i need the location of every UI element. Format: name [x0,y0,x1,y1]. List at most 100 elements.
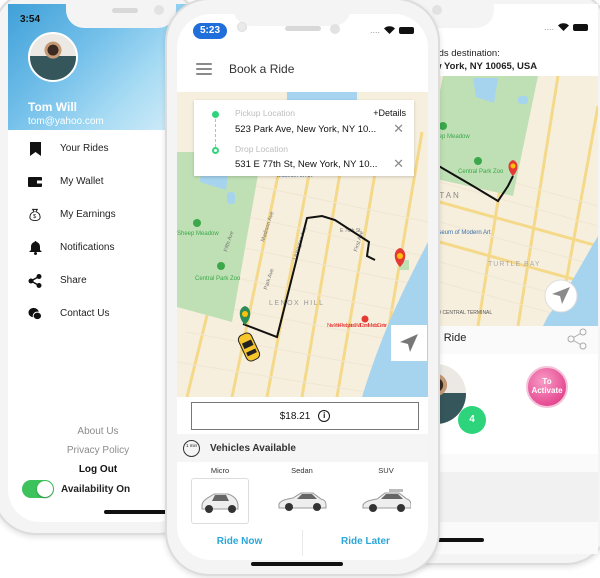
vehicle-micro[interactable]: Micro [191,466,249,524]
pickup-label: Pickup Location [235,108,296,118]
ride-actions: Ride Now Ride Later [177,528,428,558]
speaker [285,26,321,31]
clear-pickup-icon[interactable]: ✕ [393,122,404,135]
ride-now-button[interactable]: Ride Now [177,528,302,558]
availability-toggle[interactable] [22,480,54,498]
menu-item-your-rides[interactable]: Your Rides [8,132,188,165]
user-name: Tom Will [28,100,77,114]
licence-row [418,472,598,522]
menu-item-label: Share [60,275,87,286]
drop-label: Drop Location [235,144,288,154]
availability-label: Availability On [61,483,131,495]
home-indicator [251,562,343,566]
about-us-link[interactable]: About Us [8,422,188,441]
status-time: 3:54 [20,14,41,25]
drop-input[interactable]: 531 E 77th St, New York, NY 10... [235,159,377,170]
locate-button[interactable] [391,325,427,361]
info-icon[interactable]: i [318,410,331,422]
vehicle-sedan[interactable]: Sedan [273,466,331,524]
notch [233,0,351,26]
menu-item-contact-us[interactable]: Contact Us [8,297,188,330]
speaker [112,8,138,13]
vehicle-suv[interactable]: SUV [357,466,415,524]
vehicle-name: SUV [378,466,394,475]
pickup-input[interactable]: 523 Park Ave, New York, NY 10... [235,124,376,135]
car-micro-icon [191,478,249,524]
menu-item-label: Contact Us [60,308,110,319]
page-title: Book a Ride [229,62,295,76]
vehicles-available-bar: 1 min Vehicles Available [177,434,428,462]
menu-item-my-wallet[interactable]: My Wallet [8,165,188,198]
map-label-turtle-bay: TURTLE BAY [488,261,541,268]
wifi-icon [384,26,395,34]
map-label-hospital: NewYork-Presbyterian/ Weill Cornell Medi… [327,323,387,329]
footer-links: About Us Privacy Policy Log Out [8,422,188,479]
map-label-sheep-meadow: Sheep Meadow [177,231,219,237]
privacy-policy-link[interactable]: Privacy Policy [8,441,188,460]
route-connector [215,119,216,147]
fare-amount: $18.21 [279,410,311,422]
on-ride-screen: .... owards destination: New York, NY 10… [418,4,598,554]
battery-icon [399,26,414,34]
park-pin-icon [193,219,201,227]
zoo-pin-icon [217,262,225,270]
app-bar: Book a Ride [177,48,428,90]
ride-later-button[interactable]: Ride Later [303,528,428,558]
chat-icon [28,307,42,321]
ride-map[interactable]: Sheep Meadow Central Park Zoo HATTAN The… [418,76,598,326]
wallet-icon [28,175,42,189]
menu-item-share[interactable]: Share [8,264,188,297]
map-label-central-park-zoo: Central Park Zoo [458,169,504,175]
driver-profile: 4 To Activate Tom Will [418,354,598,488]
fare-estimate[interactable]: $18.21 i [191,402,419,430]
share-icon[interactable] [566,328,588,350]
pickup-dot-icon [212,111,219,118]
bookmark-icon [28,141,42,156]
car-sedan-icon [273,478,331,524]
wifi-icon [558,23,569,31]
navigate-icon [400,334,418,352]
menu-item-label: My Earnings [60,209,116,220]
vehicle-name: Sedan [291,466,313,475]
ride-panel: On Ride 4 To Activate Tom Will cence [418,326,598,554]
drawer-screen: 3:54 Tom Will tom@yahoo.com Your Rides M… [8,4,188,522]
menu-item-label: Notifications [60,242,115,253]
hamburger-menu-icon[interactable] [196,63,212,75]
battery-icon [573,23,588,31]
vehicles-available-label: Vehicles Available [210,442,296,454]
car-suv-icon [357,478,415,524]
rating-badge: 4 [458,406,486,434]
log-out-link[interactable]: Log Out [8,460,188,479]
status-time: 5:23 [193,23,227,39]
system-icons: .... [370,25,414,35]
location-card: Pickup Location 523 Park Ave, New York, … [194,100,414,176]
money-bag-icon: $ [28,208,42,222]
avatar[interactable] [28,32,78,82]
vehicle-options: Micro Sedan SUV [177,466,428,526]
clear-drop-icon[interactable]: ✕ [393,157,404,170]
share-icon [28,273,42,288]
to-activate-button[interactable]: To Activate [526,366,568,408]
menu-item-notifications[interactable]: Notifications [8,231,188,264]
availability-row: Availability On [22,480,130,498]
user-email: tom@yahoo.com [28,116,104,127]
svg-text:$: $ [33,214,37,220]
menu-item-my-earnings[interactable]: $ My Earnings [8,198,188,231]
zoo-pin-icon [474,157,482,165]
menu-item-label: Your Rides [60,143,109,154]
bell-icon [28,240,42,255]
middle-phone-frame: 5:23 .... Book a Ride Sheep Meadow Centr… [165,0,440,576]
camera [154,5,164,15]
sensor [330,24,340,34]
hospital-icon [361,315,369,323]
map-label-central-park-zoo: Central Park Zoo [195,276,241,282]
camera [237,22,247,32]
map-label-lenox-hill: LENOX HILL [269,300,324,307]
drawer-menu: Your Rides My Wallet $ My Earnings Notif… [8,132,188,330]
menu-item-label: My Wallet [60,176,104,187]
details-link[interactable]: +Details [373,108,406,118]
camera [432,5,442,15]
system-icons: .... [544,22,588,32]
park-pin-icon [439,122,447,130]
book-ride-screen: 5:23 .... Book a Ride Sheep Meadow Centr… [177,14,428,560]
